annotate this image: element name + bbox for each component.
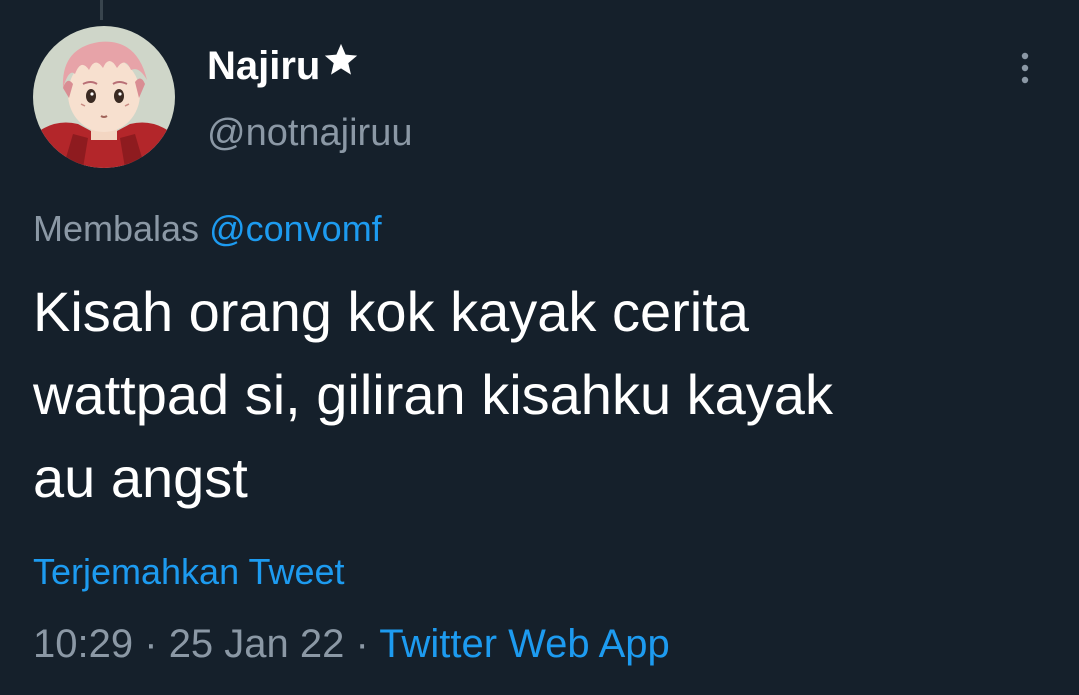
tweet-source-link[interactable]: Twitter Web App [379, 622, 670, 666]
anime-avatar-icon [33, 26, 175, 168]
user-handle[interactable]: @notnajiruu [207, 108, 412, 158]
reply-context: Membalas @convomf [33, 205, 382, 253]
meta-separator: · [144, 622, 158, 666]
tweet-text-line: au angst [33, 446, 248, 509]
translate-tweet-link[interactable]: Terjemahkan Tweet [33, 548, 345, 596]
tweet-text-line: wattpad si, giliran kisahku kayak [33, 363, 833, 426]
tweet-text-line: Kisah orang kok kayak cerita [33, 280, 749, 343]
avatar[interactable] [33, 26, 175, 168]
tweet-time[interactable]: 10:29 [33, 622, 133, 666]
tweet-text: Kisah orang kok kayak cerita wattpad si,… [33, 270, 1043, 519]
star-icon [322, 40, 360, 92]
tweet-date[interactable]: 25 Jan 22 [169, 622, 345, 666]
more-vertical-icon [1021, 52, 1029, 84]
reply-prefix: Membalas [33, 208, 200, 249]
more-options-button[interactable] [1010, 48, 1040, 88]
reply-handle-link[interactable]: @convomf [209, 208, 382, 249]
display-name[interactable]: Najiru [207, 40, 360, 92]
display-name-text: Najiru [207, 44, 321, 88]
thread-connector-line [100, 0, 103, 20]
meta-separator: · [355, 622, 369, 666]
tweet-metadata: 10:29 · 25 Jan 22 · Twitter Web App [33, 617, 670, 671]
